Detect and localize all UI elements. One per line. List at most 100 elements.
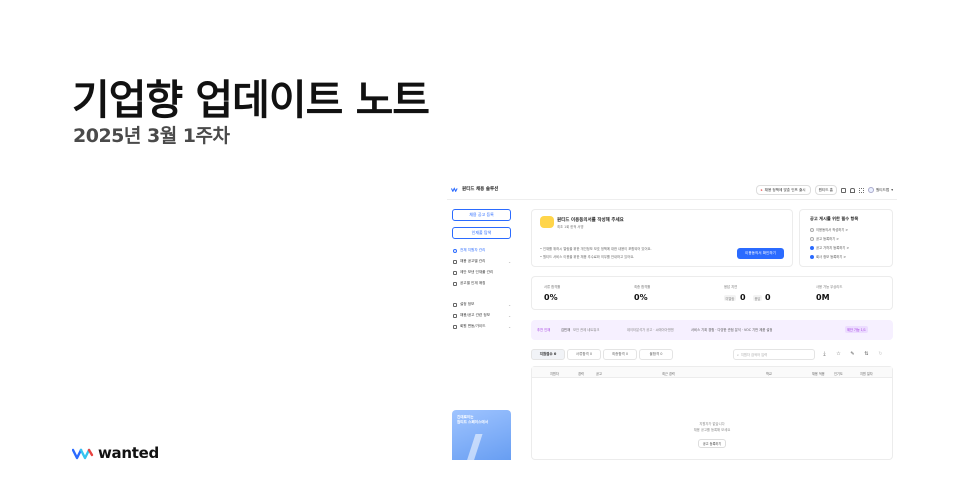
- app-title: 원티드 채용 솔루션: [462, 187, 499, 192]
- page: 기업향 업데이트 노트 2025년 3월 1주차 wanted 원티드 채용 솔…: [0, 0, 974, 490]
- apps-grid-icon[interactable]: [858, 187, 864, 193]
- consent-subtitle: 최초 1회 한적 서명: [557, 225, 584, 229]
- consent-line: • 원티드 서비스 이용을 위한 채용 추수료와 의무를 안내하고 있어요.: [540, 255, 635, 259]
- check-circle-icon: [810, 254, 814, 259]
- banner-desc: 데이터분석가 공고 · 씨에이아엔엔: [627, 328, 674, 332]
- stat-value: 0: [740, 293, 746, 302]
- sidebar-item-recruit-info[interactable]: 채용/공고 관련 정보 ⌄: [453, 313, 511, 318]
- checklist-item[interactable]: 이용동의서 작성하기 >: [810, 227, 848, 232]
- checklist-item-label: 이용동의서 작성하기 >: [816, 228, 849, 232]
- table-column-header[interactable]: 지원 일자: [860, 371, 873, 376]
- chevron-down-icon: ⌄: [508, 313, 511, 318]
- user-menu[interactable]: 원티드랩 ▾: [867, 187, 893, 193]
- top-bar: 원티드 채용 솔루션 ▸ 채용 정책에 맞춘 인프 출시 원티드 홈 원티드랩 …: [447, 180, 897, 200]
- checklist-item[interactable]: 공고 가까지 등록하기 >: [810, 245, 849, 250]
- smile-emoji-icon: [540, 216, 554, 228]
- hero-subtitle: 2025년 3월 1주차: [73, 125, 230, 147]
- applicant-table: 지원자 경력 공고 최근 경력 학교 채용 적용 인기도 지원 일자 지원자가 …: [531, 366, 893, 460]
- refresh-icon[interactable]: ↻: [877, 351, 884, 358]
- tab-rejected[interactable]: 불합격 0: [639, 349, 673, 360]
- table-column-header[interactable]: 채용 적용: [812, 371, 825, 376]
- search-icon: ⌕: [737, 352, 739, 357]
- sidebar-item-sent-offers[interactable]: 제안 보낸 인재풀 관리: [453, 270, 511, 275]
- sidebar-item-matching[interactable]: 공고별 인재 매칭: [453, 281, 511, 286]
- wanted-logo-icon: [451, 186, 458, 192]
- consent-heading: 원티드 이용동의서를 작성해 주세요: [557, 218, 624, 223]
- table-column-header[interactable]: 경력: [578, 371, 584, 376]
- person-icon: [453, 248, 457, 253]
- brand-logo: wanted: [72, 444, 159, 462]
- brand-name: wanted: [98, 444, 159, 462]
- app-logo[interactable]: 원티드 채용 솔루션: [451, 186, 498, 192]
- consent-cta-button[interactable]: 이용동의서 확인하기: [737, 248, 784, 259]
- stat-mini-label: 응답: [753, 295, 762, 301]
- talent-search-button[interactable]: 인재풀 탐색: [452, 227, 511, 239]
- promo-text: 긴데로이는 원티드 스페이스에서: [457, 415, 488, 425]
- stat-label: 최종 합격률: [634, 285, 651, 289]
- applicant-tabs: 지원접수 0 서류합격 0 최종합격 0 불합격 0 ⌕ 지원자 검색어 입력 …: [531, 349, 893, 360]
- banner-detail: 서비스 기획 경험 · 다양한 관점 분석 · VOC 기반 제품 설정: [691, 328, 773, 332]
- info-icon: [453, 324, 457, 329]
- star-icon[interactable]: ☆: [835, 351, 842, 358]
- sidebar: 채용 공고 등록 인재풀 탐색 전체 지원자 관리 채용 공고별 관리 ⌄ 제안…: [447, 200, 519, 460]
- avatar: [867, 187, 874, 193]
- download-icon[interactable]: ⤓: [821, 351, 828, 358]
- post-job-button[interactable]: 채용 공고 등록: [452, 209, 511, 221]
- empty-state-subtitle: 채용 공고를 등록해 보세요: [693, 428, 731, 432]
- notice-button[interactable]: ▸ 채용 정책에 맞춘 인프 출시: [755, 185, 811, 195]
- checklist-heading: 공고 게시를 위한 필수 항목: [810, 216, 859, 221]
- top-actions: ▸ 채용 정책에 맞춘 인프 출시 원티드 홈 원티드랩 ▾: [755, 185, 893, 195]
- circle-icon: [810, 236, 814, 241]
- stats-card: 서류 합격률 0% 최종 합격률 0% 응답 지연 미열람 0 응답 0 사용 …: [531, 276, 893, 310]
- sidebar-item-label: 회원 변동/가이드: [460, 324, 486, 328]
- sidebar-item-label: 전체 지원자 관리: [460, 248, 486, 252]
- recommend-banner[interactable]: 추천 인재 김민재 보안 관제 네트워크 데이터분석가 공고 · 씨에이아엔엔 …: [531, 320, 893, 340]
- consent-line: • 인재를 위하시 열람을 위한 개인정보 보호 정책에 대한 내용이 포함되어…: [540, 247, 652, 251]
- edit-icon[interactable]: ✎: [849, 351, 856, 358]
- checklist-item-label: 공고 등록하기 >: [816, 237, 840, 241]
- applicant-search-input[interactable]: ⌕ 지원자 검색어 입력: [733, 349, 815, 360]
- notice-label: 채용 정책에 맞춘 인프 출시: [764, 187, 806, 192]
- banner-label: 추천 인재: [537, 328, 551, 332]
- sidebar-item-label: 설정 정보: [460, 302, 475, 306]
- tab-final-pass[interactable]: 최종합격 0: [603, 349, 637, 360]
- checklist-item[interactable]: 회사 정보 등록하기 >: [810, 254, 846, 259]
- tab-received[interactable]: 지원접수 0: [531, 349, 565, 360]
- promo-banner[interactable]: 긴데로이는 원티드 스페이스에서: [452, 410, 511, 460]
- table-column-header[interactable]: 지원자: [550, 371, 559, 376]
- app-screenshot: 원티드 채용 솔루션 ▸ 채용 정책에 맞춘 인프 출시 원티드 홈 원티드랩 …: [447, 180, 897, 460]
- chevron-down-icon: ⌄: [508, 302, 511, 307]
- sidebar-item-job-posts[interactable]: 채용 공고별 관리 ⌄: [453, 259, 511, 264]
- sidebar-item-applicants[interactable]: 전체 지원자 관리: [453, 248, 511, 253]
- banner-tag: 제안 가능 1/1: [845, 326, 868, 333]
- sidebar-item-label: 제안 보낸 인재풀 관리: [460, 270, 494, 274]
- stat-value: 0%: [634, 293, 648, 302]
- chevron-down-icon: ⌄: [508, 259, 511, 264]
- sidebar-item-settings[interactable]: 설정 정보 ⌄: [453, 302, 511, 307]
- sort-icon[interactable]: ⇅: [863, 351, 870, 358]
- briefcase-icon: [453, 259, 457, 264]
- chevron-down-icon: ⌄: [508, 324, 511, 329]
- table-column-header[interactable]: 학교: [766, 371, 772, 376]
- sidebar-item-label: 채용/공고 관련 정보: [460, 313, 490, 317]
- sidebar-item-label: 채용 공고별 관리: [460, 259, 486, 263]
- search-placeholder: 지원자 검색어 입력: [740, 353, 768, 357]
- checklist-item[interactable]: 공고 등록하기 >: [810, 236, 839, 241]
- empty-state-button[interactable]: 공고 등록하기: [698, 439, 726, 448]
- table-column-header[interactable]: 최근 경력: [662, 371, 675, 376]
- chat-icon: [453, 313, 457, 318]
- tab-document-pass[interactable]: 서류합격 0: [567, 349, 601, 360]
- stat-value: 0%: [544, 293, 558, 302]
- table-header: 지원자 경력 공고 최근 경력 학교 채용 적용 인기도 지원 일자: [532, 367, 892, 378]
- bell-icon[interactable]: [849, 187, 855, 193]
- monitor-icon[interactable]: [840, 187, 846, 193]
- sidebar-item-guide[interactable]: 회원 변동/가이드 ⌄: [453, 324, 511, 329]
- table-column-header[interactable]: 공고: [596, 371, 602, 376]
- company-home-button[interactable]: 원티드 홈: [814, 185, 837, 195]
- banner-role: 보안 관제 네트워크: [573, 328, 600, 332]
- promo-illustration: [464, 434, 502, 460]
- table-column-header[interactable]: 인기도: [834, 371, 843, 376]
- checklist-item-label: 공고 가까지 등록하기 >: [816, 246, 850, 250]
- megaphone-icon: ▸: [760, 188, 763, 192]
- checklist-card: 공고 게시를 위한 필수 항목 이용동의서 작성하기 > 공고 등록하기 > 공…: [799, 209, 893, 267]
